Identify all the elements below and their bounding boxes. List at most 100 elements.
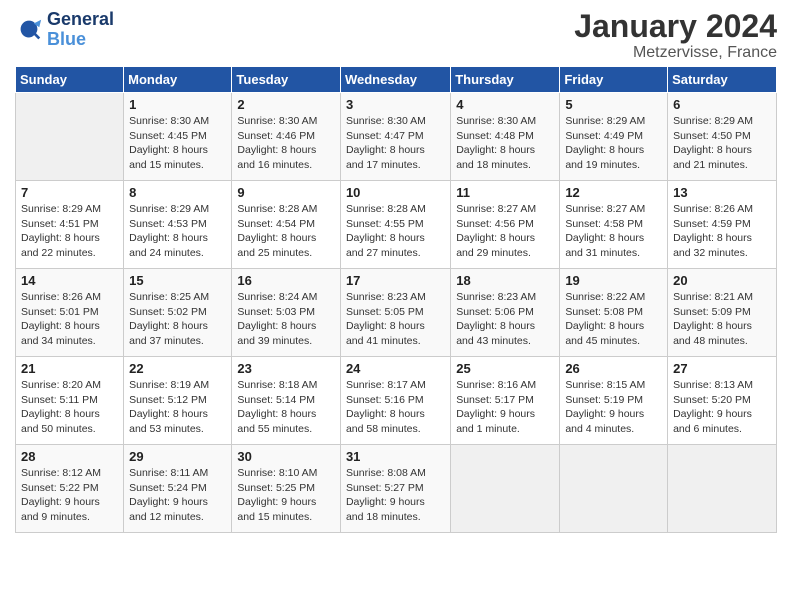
- day-info: Sunrise: 8:26 AMSunset: 4:59 PMDaylight:…: [673, 202, 771, 261]
- calendar-cell: 16Sunrise: 8:24 AMSunset: 5:03 PMDayligh…: [232, 269, 341, 357]
- calendar-cell: 5Sunrise: 8:29 AMSunset: 4:49 PMDaylight…: [560, 93, 668, 181]
- col-sunday: Sunday: [16, 67, 124, 93]
- calendar-cell: 11 Sunrise: 8:27 AMSunset: 4:56 PMDayligh…: [451, 181, 560, 269]
- day-info: Sunrise: 8:13 AMSunset: 5:20 PMDaylight:…: [673, 378, 771, 437]
- col-wednesday: Wednesday: [340, 67, 450, 93]
- day-number: 6: [673, 97, 771, 112]
- day-info: Sunrise: 8:27 AMSunset: 4:58 PMDaylight:…: [565, 202, 662, 261]
- day-number: 24: [346, 361, 445, 376]
- day-number: 3: [346, 97, 445, 112]
- day-number: 22: [129, 361, 226, 376]
- day-number: 25: [456, 361, 554, 376]
- day-info: Sunrise: 8:30 AMSunset: 4:48 PMDaylight:…: [456, 114, 554, 173]
- calendar-cell: 15Sunrise: 8:25 AMSunset: 5:02 PMDayligh…: [124, 269, 232, 357]
- day-info: Sunrise: 8:29 AMSunset: 4:50 PMDaylight:…: [673, 114, 771, 173]
- day-info: Sunrise: 8:15 AMSunset: 5:19 PMDaylight:…: [565, 378, 662, 437]
- day-info: Sunrise: 8:24 AMSunset: 5:03 PMDaylight:…: [237, 290, 335, 349]
- day-info: Sunrise: 8:30 AMSunset: 4:45 PMDaylight:…: [129, 114, 226, 173]
- day-number: 15: [129, 273, 226, 288]
- day-number: 20: [673, 273, 771, 288]
- calendar: Sunday Monday Tuesday Wednesday Thursday…: [15, 66, 777, 533]
- day-number: 2: [237, 97, 335, 112]
- day-info: Sunrise: 8:12 AMSunset: 5:22 PMDaylight:…: [21, 466, 118, 525]
- calendar-week-row: 7Sunrise: 8:29 AMSunset: 4:51 PMDaylight…: [16, 181, 777, 269]
- day-number: 1: [129, 97, 226, 112]
- location: Metzervisse, France: [574, 44, 777, 62]
- title-block: January 2024 Metzervisse, France: [574, 10, 777, 62]
- day-number: 14: [21, 273, 118, 288]
- calendar-cell: [560, 445, 668, 533]
- day-info: Sunrise: 8:21 AMSunset: 5:09 PMDaylight:…: [673, 290, 771, 349]
- calendar-cell: 26 Sunrise: 8:15 AMSunset: 5:19 PMDayligh…: [560, 357, 668, 445]
- days-of-week-row: Sunday Monday Tuesday Wednesday Thursday…: [16, 67, 777, 93]
- day-info: Sunrise: 8:18 AMSunset: 5:14 PMDaylight:…: [237, 378, 335, 437]
- month-title: January 2024: [574, 10, 777, 42]
- day-number: 23: [237, 361, 335, 376]
- calendar-week-row: 21 Sunrise: 8:20 AMSunset: 5:11 PMDayligh…: [16, 357, 777, 445]
- col-tuesday: Tuesday: [232, 67, 341, 93]
- col-saturday: Saturday: [668, 67, 777, 93]
- calendar-cell: 6 Sunrise: 8:29 AMSunset: 4:50 PMDaylight…: [668, 93, 777, 181]
- day-number: 28: [21, 449, 118, 464]
- calendar-cell: 7Sunrise: 8:29 AMSunset: 4:51 PMDaylight…: [16, 181, 124, 269]
- calendar-cell: 18Sunrise: 8:23 AMSunset: 5:06 PMDayligh…: [451, 269, 560, 357]
- calendar-cell: 2 Sunrise: 8:30 AMSunset: 4:46 PMDaylight…: [232, 93, 341, 181]
- calendar-cell: 23 Sunrise: 8:18 AMSunset: 5:14 PMDayligh…: [232, 357, 341, 445]
- day-number: 30: [237, 449, 335, 464]
- day-number: 4: [456, 97, 554, 112]
- calendar-cell: 31 Sunrise: 8:08 AMSunset: 5:27 PMDayligh…: [340, 445, 450, 533]
- calendar-cell: 13Sunrise: 8:26 AMSunset: 4:59 PMDayligh…: [668, 181, 777, 269]
- calendar-cell: 30Sunrise: 8:10 AMSunset: 5:25 PMDayligh…: [232, 445, 341, 533]
- day-info: Sunrise: 8:16 AMSunset: 5:17 PMDaylight:…: [456, 378, 554, 437]
- day-number: 18: [456, 273, 554, 288]
- col-thursday: Thursday: [451, 67, 560, 93]
- day-number: 7: [21, 185, 118, 200]
- calendar-cell: 29Sunrise: 8:11 AMSunset: 5:24 PMDayligh…: [124, 445, 232, 533]
- day-info: Sunrise: 8:23 AMSunset: 5:05 PMDaylight:…: [346, 290, 445, 349]
- day-number: 26: [565, 361, 662, 376]
- day-number: 21: [21, 361, 118, 376]
- calendar-header: Sunday Monday Tuesday Wednesday Thursday…: [16, 67, 777, 93]
- calendar-cell: 14 Sunrise: 8:26 AMSunset: 5:01 PMDayligh…: [16, 269, 124, 357]
- calendar-cell: 25 Sunrise: 8:16 AMSunset: 5:17 PMDayligh…: [451, 357, 560, 445]
- day-number: 27: [673, 361, 771, 376]
- col-monday: Monday: [124, 67, 232, 93]
- calendar-cell: 8 Sunrise: 8:29 AMSunset: 4:53 PMDaylight…: [124, 181, 232, 269]
- day-number: 9: [237, 185, 335, 200]
- calendar-cell: 21 Sunrise: 8:20 AMSunset: 5:11 PMDayligh…: [16, 357, 124, 445]
- calendar-cell: 24Sunrise: 8:17 AMSunset: 5:16 PMDayligh…: [340, 357, 450, 445]
- calendar-cell: 10 Sunrise: 8:28 AMSunset: 4:55 PMDayligh…: [340, 181, 450, 269]
- day-number: 10: [346, 185, 445, 200]
- day-info: Sunrise: 8:28 AMSunset: 4:54 PMDaylight:…: [237, 202, 335, 261]
- day-number: 19: [565, 273, 662, 288]
- calendar-week-row: 28 Sunrise: 8:12 AMSunset: 5:22 PMDayligh…: [16, 445, 777, 533]
- calendar-week-row: 1 Sunrise: 8:30 AMSunset: 4:45 PMDaylight…: [16, 93, 777, 181]
- day-number: 31: [346, 449, 445, 464]
- day-info: Sunrise: 8:26 AMSunset: 5:01 PMDaylight:…: [21, 290, 118, 349]
- day-info: Sunrise: 8:22 AMSunset: 5:08 PMDaylight:…: [565, 290, 662, 349]
- calendar-cell: 27 Sunrise: 8:13 AMSunset: 5:20 PMDayligh…: [668, 357, 777, 445]
- logo-text: General Blue: [47, 10, 114, 50]
- calendar-cell: 1 Sunrise: 8:30 AMSunset: 4:45 PMDaylight…: [124, 93, 232, 181]
- day-number: 11: [456, 185, 554, 200]
- col-friday: Friday: [560, 67, 668, 93]
- day-info: Sunrise: 8:27 AMSunset: 4:56 PMDaylight:…: [456, 202, 554, 261]
- day-info: Sunrise: 8:28 AMSunset: 4:55 PMDaylight:…: [346, 202, 445, 261]
- header: General Blue January 2024 Metzervisse, F…: [15, 10, 777, 62]
- logo: General Blue: [15, 10, 114, 50]
- day-info: Sunrise: 8:08 AMSunset: 5:27 PMDaylight:…: [346, 466, 445, 525]
- calendar-body: 1 Sunrise: 8:30 AMSunset: 4:45 PMDaylight…: [16, 93, 777, 533]
- day-number: 5: [565, 97, 662, 112]
- day-info: Sunrise: 8:20 AMSunset: 5:11 PMDaylight:…: [21, 378, 118, 437]
- calendar-cell: 9 Sunrise: 8:28 AMSunset: 4:54 PMDaylight…: [232, 181, 341, 269]
- day-info: Sunrise: 8:11 AMSunset: 5:24 PMDaylight:…: [129, 466, 226, 525]
- calendar-cell: 3Sunrise: 8:30 AMSunset: 4:47 PMDaylight…: [340, 93, 450, 181]
- day-number: 8: [129, 185, 226, 200]
- logo-icon: [15, 16, 43, 44]
- page-container: General Blue January 2024 Metzervisse, F…: [0, 0, 792, 543]
- day-info: Sunrise: 8:30 AMSunset: 4:46 PMDaylight:…: [237, 114, 335, 173]
- calendar-cell: 17Sunrise: 8:23 AMSunset: 5:05 PMDayligh…: [340, 269, 450, 357]
- day-number: 12: [565, 185, 662, 200]
- calendar-week-row: 14 Sunrise: 8:26 AMSunset: 5:01 PMDayligh…: [16, 269, 777, 357]
- day-info: Sunrise: 8:29 AMSunset: 4:53 PMDaylight:…: [129, 202, 226, 261]
